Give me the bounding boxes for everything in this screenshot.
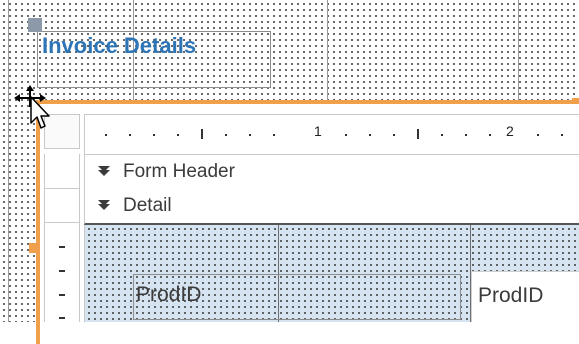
title-label-text: Invoice Details <box>42 33 197 58</box>
form-header-section-bar[interactable]: Form Header <box>84 154 579 190</box>
ruler-major-tick <box>417 129 419 139</box>
parent-grid-line <box>327 0 328 100</box>
ruler-number: 2 <box>506 123 514 139</box>
horizontal-ruler[interactable]: 1 2 <box>84 114 579 155</box>
ruler-tick <box>177 134 179 136</box>
section-expand-arrow-icon <box>98 166 110 176</box>
ruler-tick <box>537 134 539 136</box>
ruler-section-divider <box>45 188 79 189</box>
title-label-handle[interactable] <box>28 18 42 32</box>
ruler-tick <box>441 134 443 136</box>
ruler-tick <box>249 134 251 136</box>
ruler-tick <box>465 134 467 136</box>
parent-grid-line <box>8 0 9 322</box>
ruler-tick <box>393 134 395 136</box>
ruler-section-divider <box>45 222 79 223</box>
ruler-number: 1 <box>314 123 322 139</box>
ruler-tick <box>129 134 131 136</box>
ruler-tick <box>59 246 65 248</box>
ruler-tick <box>59 270 65 272</box>
ruler-tick <box>153 134 155 136</box>
prodid-label-text: ProdID <box>136 283 202 306</box>
ruler-tick <box>489 134 491 136</box>
ruler-tick <box>369 134 371 136</box>
ruler-tick <box>105 134 107 136</box>
prodid-textbox-value: ProdID <box>478 284 544 307</box>
detail-section-grid[interactable]: ProdID ProdID <box>84 225 579 322</box>
detail-label: Detail <box>123 195 172 216</box>
ruler-tick <box>561 134 563 136</box>
ruler-tick <box>273 134 275 136</box>
subform-design-area: 1 2 Form Header Detail ProdID ProdID <box>40 104 579 322</box>
mouse-pointer-icon <box>30 96 50 129</box>
parent-grid-line <box>518 0 519 100</box>
ruler-tick <box>345 134 347 136</box>
ruler-tick <box>59 317 65 319</box>
form-header-label: Form Header <box>123 161 235 182</box>
ruler-tick <box>225 134 227 136</box>
section-expand-arrow-icon <box>98 200 110 210</box>
subform-resize-handle[interactable] <box>29 243 36 253</box>
ruler-major-tick <box>201 129 203 139</box>
detail-section-bar[interactable]: Detail <box>84 189 579 225</box>
ruler-tick <box>59 294 65 296</box>
vertical-ruler[interactable] <box>44 154 80 322</box>
